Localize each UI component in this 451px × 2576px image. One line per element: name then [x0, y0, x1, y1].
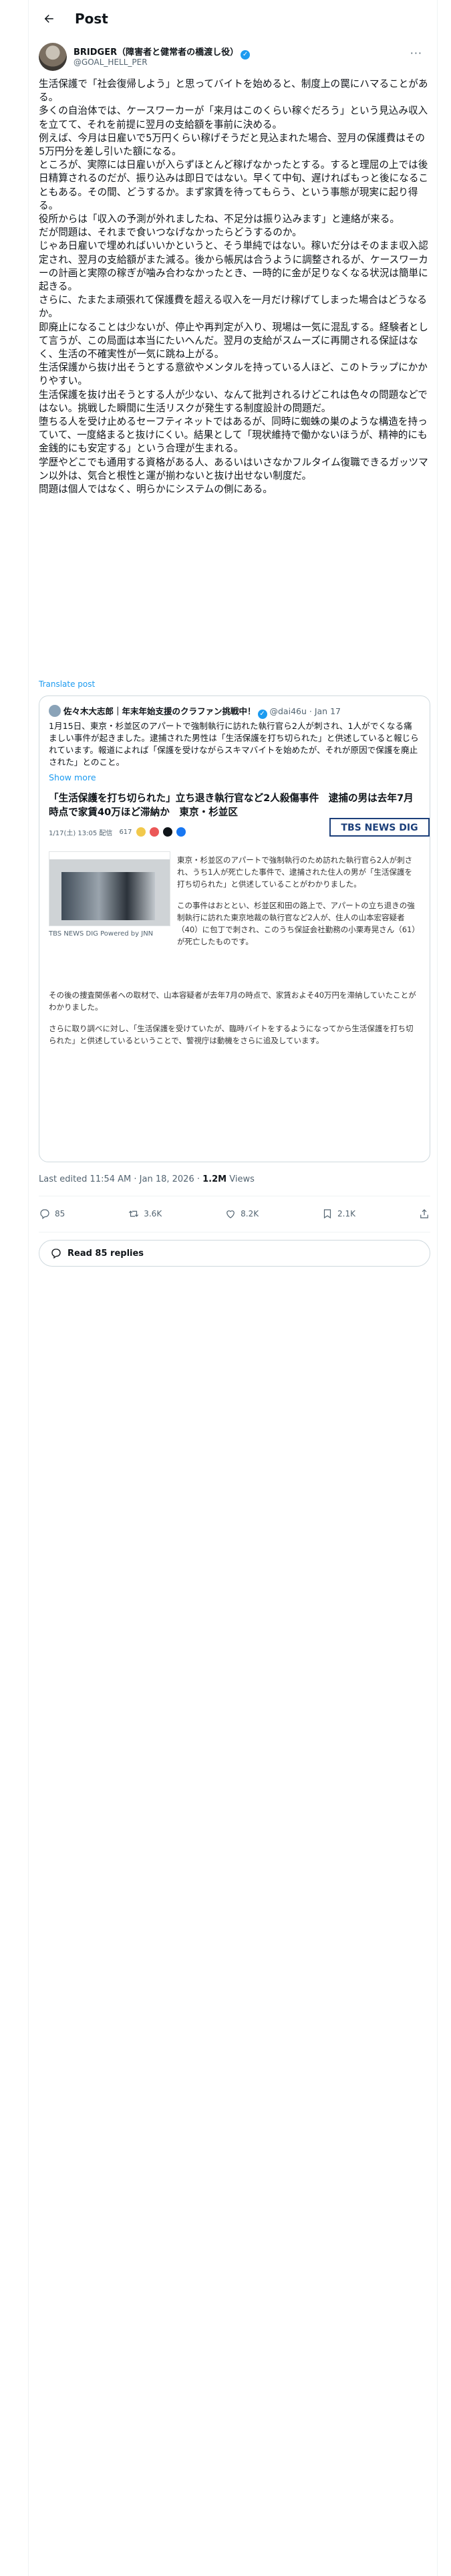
read-replies-label: Read 85 replies	[67, 1248, 144, 1259]
quote-author-name: 佐々木大志郎｜年末年始支援のクラファン挑戦中！	[63, 706, 256, 716]
post-paragraph: 役所からは「収入の予測が外れましたね、不足分は振り込みます」と連絡が来る。	[39, 213, 400, 225]
like-button[interactable]: 8.2K	[224, 1208, 259, 1220]
quote-date: Jan 17	[314, 706, 341, 716]
reply-icon	[40, 1209, 49, 1219]
author-name-text: BRIDGER（障害者と健常者の橋渡し役）	[73, 47, 239, 58]
photo-content	[61, 872, 155, 920]
post-paragraph: 学歴やどこでも通用する資格がある人、あるいはいさなかフルタイム復職できるガッツマ…	[39, 456, 428, 481]
article-comment-count: 617	[119, 828, 132, 836]
post-paragraph: だが問題は、それまで食いつなげなかったらどうするのか。	[39, 227, 302, 239]
bookmark-count: 2.1K	[337, 1209, 355, 1218]
post-paragraph: 生活保護で「社会復帰しよう」と思ってバイトを始めると、制度上の罠にハマることがあ…	[39, 78, 428, 104]
post-timestamp: Last edited 11:54 AM · Jan 18, 2026 · 1.…	[39, 1174, 255, 1184]
quoted-post[interactable]: 佐々木大志郎｜年末年始支援のクラファン挑戦中！ ✓ @dai46u · Jan 1…	[39, 695, 430, 1162]
article-paragraph: この事件はおととい、杉並区和田の路上で、アパートの立ち退きの強制執行に訪れた東京…	[177, 901, 416, 946]
avatar[interactable]	[39, 43, 67, 71]
post-paragraph: 生活保護から抜け出そうとする意欲やメンタルを持っている人ほど、このトラップにかか…	[39, 362, 428, 387]
verified-badge-icon: ✓	[257, 710, 267, 719]
reply-button[interactable]: 85	[39, 1208, 65, 1220]
show-more-link[interactable]: Show more	[49, 772, 96, 782]
article-body-bottom: その後の捜査関係者への取材で、山本容疑者が去年7月の時点で、家賃およそ40万円を…	[49, 989, 420, 1056]
post-paragraph: じゃあ日雇いで埋めればいいかというと、そう単純ではない。稼いだ分はそのまま収入認…	[39, 240, 428, 293]
views-label: Views	[227, 1174, 255, 1184]
post-paragraph: 例えば、今月は日雇いで5万円くらい稼げそうだと見込まれた場合、翌月の保護費はその…	[39, 132, 426, 158]
read-replies-button[interactable]: Read 85 replies	[39, 1240, 430, 1267]
facebook-share-icon	[176, 827, 186, 837]
author-handle[interactable]: @GOAL_HELL_PER	[73, 58, 148, 67]
bookmark-button[interactable]: 2.1K	[321, 1208, 355, 1220]
brand-logo: TBS NEWS DIG	[329, 818, 430, 837]
verified-badge-icon: ✓	[241, 50, 251, 60]
speech-bubble-icon	[51, 1249, 61, 1259]
post-author: BRIDGER（障害者と健常者の橋渡し役） ✓ @GOAL_HELL_PER ··…	[39, 43, 426, 75]
quote-author-handle: @dai46u	[269, 706, 307, 716]
post-paragraph: ところが、実際には日雇いが入らずほとんど稼げなかったとする。すると理屈の上では後…	[39, 159, 429, 211]
reaction-icon	[149, 827, 159, 837]
heart-icon	[227, 1210, 235, 1218]
reaction-icon	[136, 827, 146, 837]
article-photo	[49, 851, 170, 926]
views-count: 1.2M	[202, 1174, 227, 1184]
photo-caption: TBS NEWS DIG Powered by JNN	[49, 930, 154, 938]
back-button[interactable]	[37, 7, 60, 30]
repost-count: 3.6K	[144, 1209, 162, 1218]
x-share-icon	[162, 827, 172, 837]
post-paragraph: さらに、たまたま頑張れて保護費を超える収入を一月だけ稼げてしまった場合はどうなる…	[39, 294, 427, 320]
action-bar: 85 3.6K 8.2K 2.1K	[39, 1204, 430, 1224]
more-options-icon[interactable]: ···	[410, 47, 422, 60]
top-bar: Post	[28, 0, 438, 37]
share-button[interactable]	[418, 1208, 430, 1220]
article-title: 「生活保護を打ち切られた」立ち退き執行官など2人殺傷事件 逮捕の男は去年7月時点…	[49, 792, 414, 818]
translate-post-link[interactable]: Translate post	[39, 679, 95, 689]
quote-text: 1月15日、東京・杉並区のアパートで強制執行に訪れた執行官ら2人が刺され、1人が…	[49, 721, 419, 767]
share-icon	[420, 1209, 428, 1218]
quote-avatar	[49, 705, 61, 717]
article-date: 1/17(土) 13:05 配信	[49, 829, 113, 837]
page-title: Post	[75, 11, 108, 27]
quote-separator: ·	[306, 706, 315, 716]
article-body-right: 東京・杉並区のアパートで強制執行のため訪れた執行官ら2人が刺され、うち1人が死亡…	[177, 854, 419, 957]
post-paragraph: 生活保護を抜け出そうとする人が少ない、なんて批判されるけどこれは色々の問題などで…	[39, 389, 428, 414]
reply-count: 85	[55, 1209, 65, 1218]
post-paragraph: 問題は個人ではなく、明らかにシステムの側にある。	[39, 484, 273, 496]
article-paragraph: その後の捜査関係者への取材で、山本容疑者が去年7月の時点で、家賃およそ40万円を…	[49, 990, 416, 1012]
post-paragraph: 堕ちる人を受け止めるセーフティネットではあるが、同時に蜘蛛の巣のような構造を持っ…	[39, 416, 428, 455]
repost-button[interactable]: 3.6K	[128, 1208, 162, 1220]
repost-icon	[129, 1210, 139, 1217]
article-paragraph: さらに取り調べに対し、「生活保護を受けていたが、臨時バイトをするようになってから…	[49, 1024, 414, 1045]
arrow-left-icon	[44, 15, 53, 23]
post-paragraph: 即廃止になることは少ないが、停止や再判定が入り、現場は一気に混乱する。経験者とし…	[39, 321, 428, 360]
post-text: 生活保護で「社会復帰しよう」と思ってバイトを始めると、制度上の罠にハマることがあ…	[39, 78, 430, 496]
like-count: 8.2K	[241, 1209, 259, 1218]
last-edited[interactable]: Last edited 11:54 AM · Jan 18, 2026 ·	[39, 1174, 202, 1184]
article-paragraph: 東京・杉並区のアパートで強制執行のため訪れた執行官ら2人が刺され、うち1人が死亡…	[177, 855, 413, 889]
quote-header: 佐々木大志郎｜年末年始支援のクラファン挑戦中！ ✓ @dai46u · Jan 1…	[49, 704, 341, 719]
post-paragraph: 多くの自治体では、ケースワーカーが「来月はこのくらい稼ぐだろう」という見込み収入…	[39, 105, 428, 130]
bookmark-icon	[323, 1209, 331, 1219]
